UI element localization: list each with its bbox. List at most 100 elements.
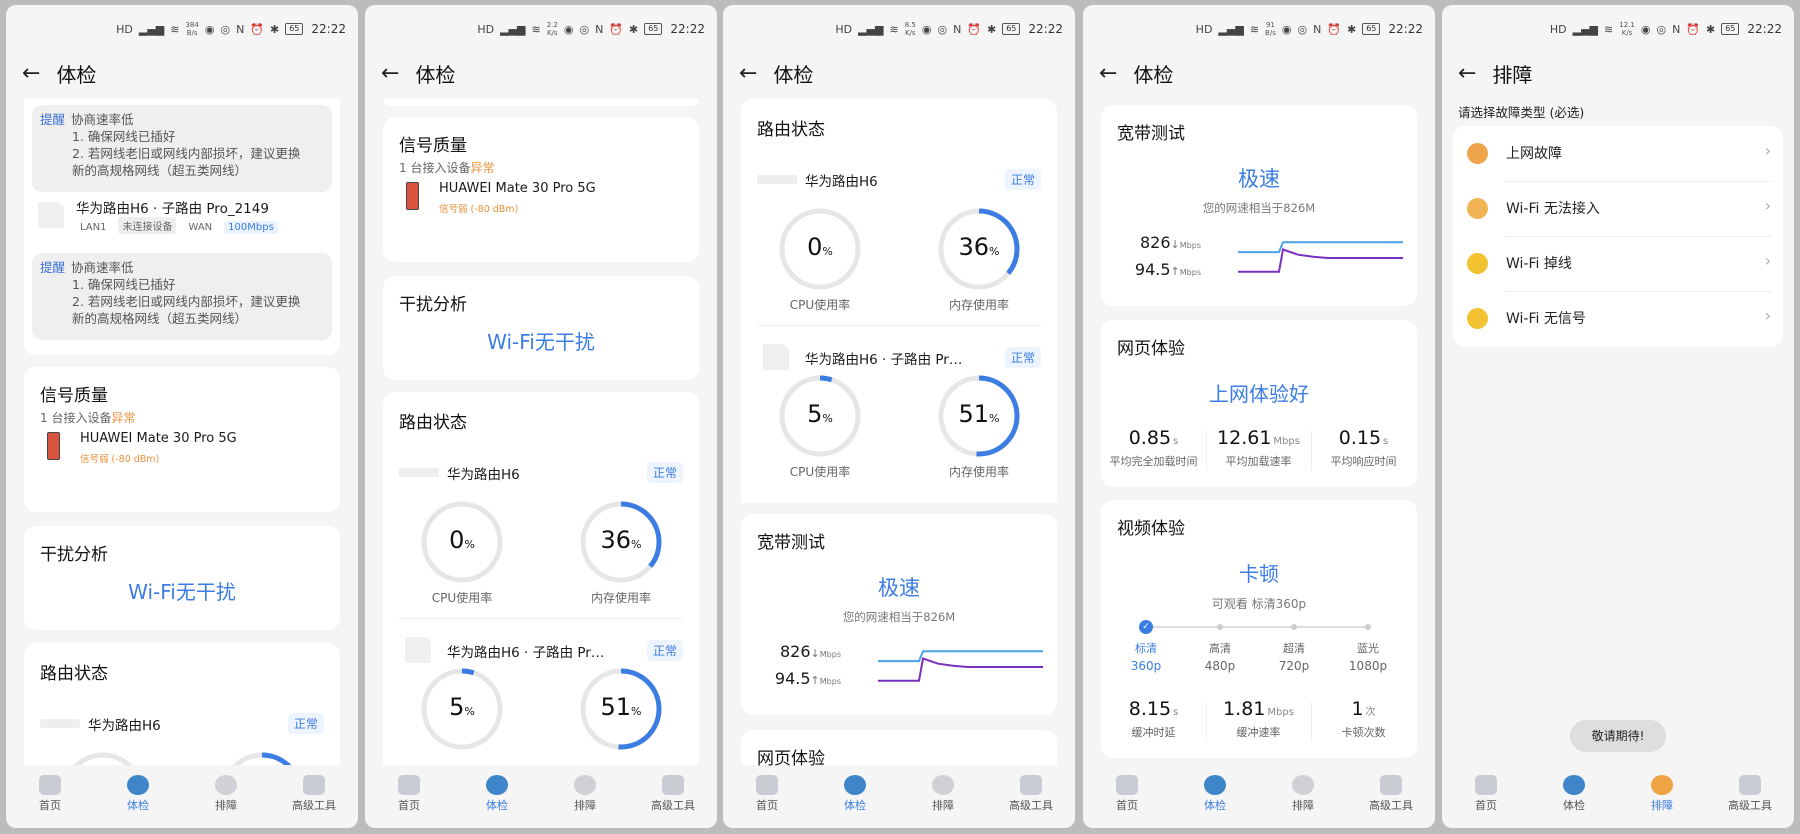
download-arrow-icon: ↓ <box>810 647 820 660</box>
nav-item-gauge[interactable]: 排障 <box>541 770 629 813</box>
bluetooth-icon: ✱ <box>270 22 280 36</box>
nav-label: 排障 <box>1292 799 1314 812</box>
scroll-content[interactable]: 宽带测试 极速 您的网速相当于826M 826↓Mbps 94.5↑Mbps 网页体验 上网… <box>1083 99 1435 765</box>
back-button[interactable]: ← <box>1099 61 1117 86</box>
router-status-badge: 正常 <box>646 640 683 661</box>
status-bar: HD ▂▄▆ ≋ 384 B/s ◉ ◎ N ⏰ ✱ 65 22:22 <box>6 19 346 39</box>
wan-value: 100Mbps <box>224 221 278 234</box>
nav-item-toolbox[interactable]: 高级工具 <box>629 770 717 813</box>
back-button[interactable]: ← <box>1458 61 1476 86</box>
eye-icon: ◎ <box>937 22 948 36</box>
fault-type-item[interactable]: Wi-Fi 掉线 › <box>1453 236 1783 291</box>
nav-item-globe[interactable]: 体检 <box>94 770 182 813</box>
fault-type-item[interactable]: Wi-Fi 无信号 › <box>1453 291 1783 346</box>
level-name: 高清 <box>1209 642 1231 655</box>
cell-signal-icon: ▂▄▆ <box>500 22 526 36</box>
metric: 1.81 Mbps 缓冲速率 <box>1206 698 1311 740</box>
nfc-icon: N <box>236 22 245 36</box>
reminder-line: 1. 确保网线已插好 <box>72 277 176 292</box>
nav-item-gauge[interactable]: 排障 <box>899 770 987 813</box>
fault-type-item[interactable]: 上网故障 › <box>1453 126 1783 181</box>
metric: 8.15 s 缓冲时延 <box>1101 698 1206 740</box>
metric-value: 0.15 <box>1338 427 1382 449</box>
nav-label: 首页 <box>39 799 61 812</box>
router-name: 华为路由H6 · 子路由 Pr… <box>447 645 605 661</box>
nav-item-home[interactable]: 首页 <box>6 770 94 813</box>
card-title: 信号质量 <box>399 136 467 156</box>
back-button[interactable]: ← <box>22 61 40 86</box>
card-title: 网页体验 <box>1117 339 1185 359</box>
device-name[interactable]: HUAWEI Mate 30 Pro 5G <box>80 431 237 446</box>
nav-item-home[interactable]: 首页 <box>1442 770 1530 813</box>
divider <box>1506 291 1773 292</box>
router-status-badge: 正常 <box>287 713 324 734</box>
nav-label: 体检 <box>1204 799 1226 812</box>
metric: 0.15 s 平均响应时间 <box>1311 427 1416 469</box>
broadband-result: 极速 <box>878 576 920 600</box>
alarm-icon: ⏰ <box>967 22 981 36</box>
scroll-content[interactable]: 路由状态 华为路由H6 正常 0% CPU使用率 36% 内存使用率 华为路由H6 · 子路由… <box>723 99 1075 769</box>
divider <box>1506 236 1773 237</box>
scroll-content[interactable]: 提醒 协商速率低 1. 确保网线已插好 2. 若网线老旧或网线内部损坏，建议更换 新的高… <box>6 99 358 765</box>
chevron-right-icon: › <box>1764 306 1771 325</box>
percent-unit: % <box>989 412 1000 425</box>
wifi-icon: ≋ <box>889 22 899 36</box>
clock: 22:22 <box>1747 22 1782 36</box>
phone-screen-checkup: HD ▂▄▆ ≋ 8.5 K/s ◉ ◎ N ⏰ ✱ 65 22:22 ← 体检 路由状态 华为路由H6 正常 0… <box>723 5 1075 828</box>
metric-unit: Mbps <box>1273 436 1300 447</box>
metric-value: 1.81 <box>1223 698 1266 720</box>
nav-item-globe[interactable]: 体检 <box>453 770 541 813</box>
level-name: 蓝光 <box>1357 642 1379 655</box>
video-result: 卡顿 <box>1239 562 1279 586</box>
download-speed-line <box>878 650 1043 663</box>
metric-value: 0.85 <box>1128 427 1172 449</box>
cell-signal-icon: ▂▄▆ <box>1218 22 1244 36</box>
upload-value: 94.5 <box>774 669 811 688</box>
nav-item-toolbox[interactable]: 高级工具 <box>270 770 358 813</box>
back-button[interactable]: ← <box>381 61 399 86</box>
nfc-icon: N <box>1672 22 1681 36</box>
nav-item-gauge[interactable]: 排障 <box>1618 770 1706 813</box>
home-icon <box>398 775 420 795</box>
reminder-title: 协商速率低 <box>71 260 134 275</box>
nav-item-toolbox[interactable]: 高级工具 <box>1706 770 1794 813</box>
nav-label: 高级工具 <box>651 799 695 812</box>
fault-type-prompt: 请选择故障类型 (必选) <box>1458 105 1585 120</box>
back-button[interactable]: ← <box>739 61 757 86</box>
nav-item-toolbox[interactable]: 高级工具 <box>1347 770 1435 813</box>
upload-arrow-icon: ↑ <box>810 674 820 687</box>
nav-item-home[interactable]: 首页 <box>723 770 811 813</box>
nav-item-globe[interactable]: 体检 <box>811 770 899 813</box>
nav-label: 体检 <box>127 799 149 812</box>
nav-item-globe[interactable]: 体检 <box>1530 770 1618 813</box>
divider <box>1506 181 1773 182</box>
nav-item-gauge[interactable]: 排障 <box>182 770 270 813</box>
router-status-badge: 正常 <box>1004 169 1041 190</box>
scroll-content[interactable]: 信号质量 1 台接入设备异常 HUAWEI Mate 30 Pro 5G 信号弱 (-… <box>365 99 717 765</box>
card-title: 信号质量 <box>40 386 108 406</box>
metric: 12.61 Mbps 平均加载速率 <box>1206 427 1311 469</box>
percent-unit: % <box>822 245 833 258</box>
fault-type-item[interactable]: Wi-Fi 无法接入 › <box>1453 181 1783 236</box>
phone-screen-checkup: HD ▂▄▆ ≋ 91 B/s ◉ ◎ N ⏰ ✱ 65 22:22 ← 体检 宽带测试 极速 您的网速相当于8… <box>1083 5 1435 828</box>
nav-item-globe[interactable]: 体检 <box>1171 770 1259 813</box>
video-experience-card: 视频体验 卡顿 可观看 标清360p ✓ 标清 360p 高清 480p 超清 720p 蓝光 108… <box>1101 500 1417 758</box>
nav-item-home[interactable]: 首页 <box>365 770 453 813</box>
web-experience-card: 网页体验 上网体验好 0.85 s 平均完全加载时间 12.61 Mbps 平均加载速率 0.1… <box>1101 320 1417 487</box>
phone-screen-troubleshoot: HD ▂▄▆ ≋ 12.1 K/s ◉ ◎ N ⏰ ✱ 65 22:22 ← 排障 请选择故障类型 (必选)… <box>1442 5 1794 828</box>
divider <box>399 618 683 619</box>
level-resolution: 1080p <box>1348 659 1388 673</box>
reminder-header: 提醒 协商速率低 <box>40 259 324 276</box>
nav-item-home[interactable]: 首页 <box>1083 770 1171 813</box>
clock: 22:22 <box>1388 22 1423 36</box>
memory-usage-value: 36% <box>600 526 642 554</box>
nav-item-toolbox[interactable]: 高级工具 <box>987 770 1075 813</box>
level-resolution: 720p <box>1278 659 1310 673</box>
gauge-icon <box>932 775 954 795</box>
level-resolution: 480p <box>1204 659 1236 673</box>
summary-status: 异常 <box>470 161 495 175</box>
reminder-title: 协商速率低 <box>71 112 134 127</box>
wifi-icon: ≋ <box>170 22 180 36</box>
nav-item-gauge[interactable]: 排障 <box>1259 770 1347 813</box>
device-name[interactable]: HUAWEI Mate 30 Pro 5G <box>439 181 596 196</box>
